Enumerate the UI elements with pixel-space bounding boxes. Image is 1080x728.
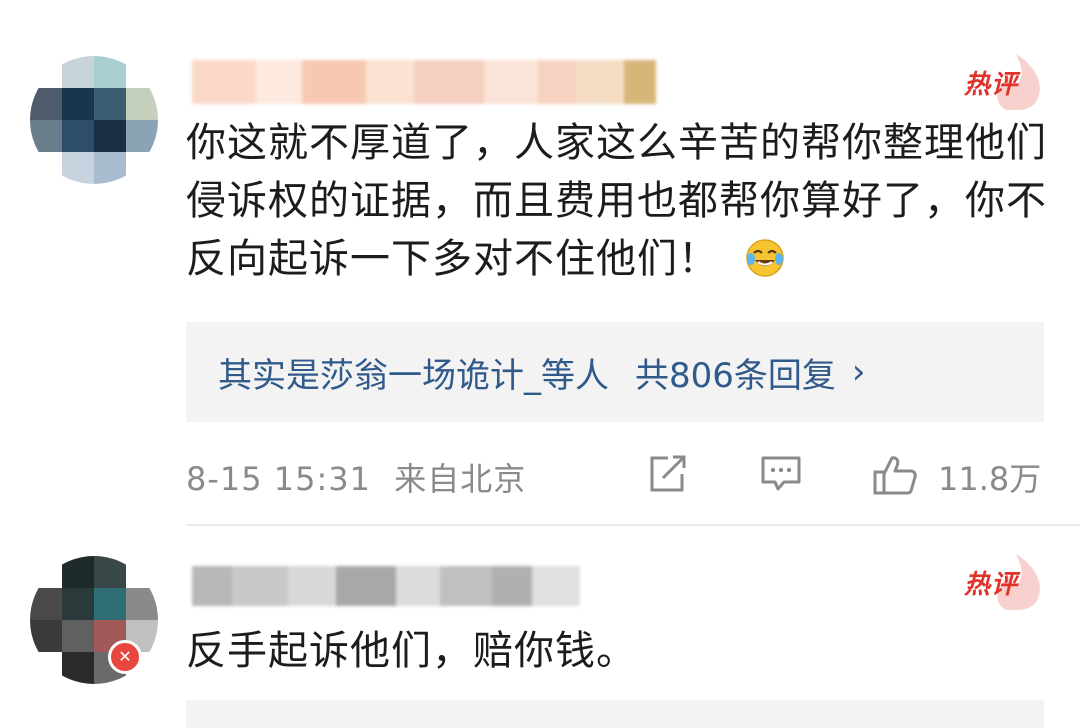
- comment-text: 反手起诉他们，赔你钱。: [186, 622, 1056, 680]
- hot-label: 热评: [964, 570, 1019, 600]
- comment-text: 你这就不厚道了，人家这么辛苦的帮你整理他们侵诉权的证据，而且费用也都帮你算好了，…: [186, 114, 1056, 288]
- reply-thread-link[interactable]: 其实是莎翁一场诡计_等人 共806条回复 ›: [186, 322, 1044, 422]
- reply-count: 共806条回复: [635, 355, 836, 396]
- timestamp: 8-15 15:31: [186, 460, 372, 498]
- username-redacted[interactable]: [192, 566, 580, 606]
- laughing-with-tears-emoji: [745, 239, 784, 277]
- verified-badge-icon: ✕: [108, 640, 142, 674]
- share-icon[interactable]: [646, 454, 688, 494]
- avatar[interactable]: [30, 56, 158, 184]
- reply-thread-link[interactable]: [186, 700, 1044, 728]
- comment-divider: [186, 524, 1080, 526]
- like-count: 11.8万: [938, 460, 1042, 498]
- chevron-right-icon: ›: [851, 352, 866, 392]
- comment-body: 反手起诉他们，赔你钱。: [186, 628, 637, 674]
- comment-body: 你这就不厚道了，人家这么辛苦的帮你整理他们侵诉权的证据，而且费用也都帮你算好了，…: [186, 120, 1047, 282]
- location: 来自北京: [394, 460, 527, 498]
- comment-meta: 8-15 15:31 来自北京 11.8万: [186, 452, 1046, 500]
- thumbs-up-icon[interactable]: [872, 454, 918, 496]
- username-redacted[interactable]: [192, 60, 656, 104]
- hot-comment-badge: 热评: [962, 552, 1048, 612]
- comment-icon[interactable]: [760, 454, 802, 494]
- timestamp-and-location: 8-15 15:31 来自北京: [186, 454, 526, 500]
- comment-feed: 热评 你这就不厚道了，人家这么辛苦的帮你整理他们侵诉权的证据，而且费用也都帮你算…: [0, 0, 1080, 728]
- hot-comment-badge: 热评: [962, 52, 1048, 112]
- reply-participants: 其实是莎翁一场诡计_等人: [218, 355, 609, 396]
- hot-label: 热评: [964, 70, 1019, 100]
